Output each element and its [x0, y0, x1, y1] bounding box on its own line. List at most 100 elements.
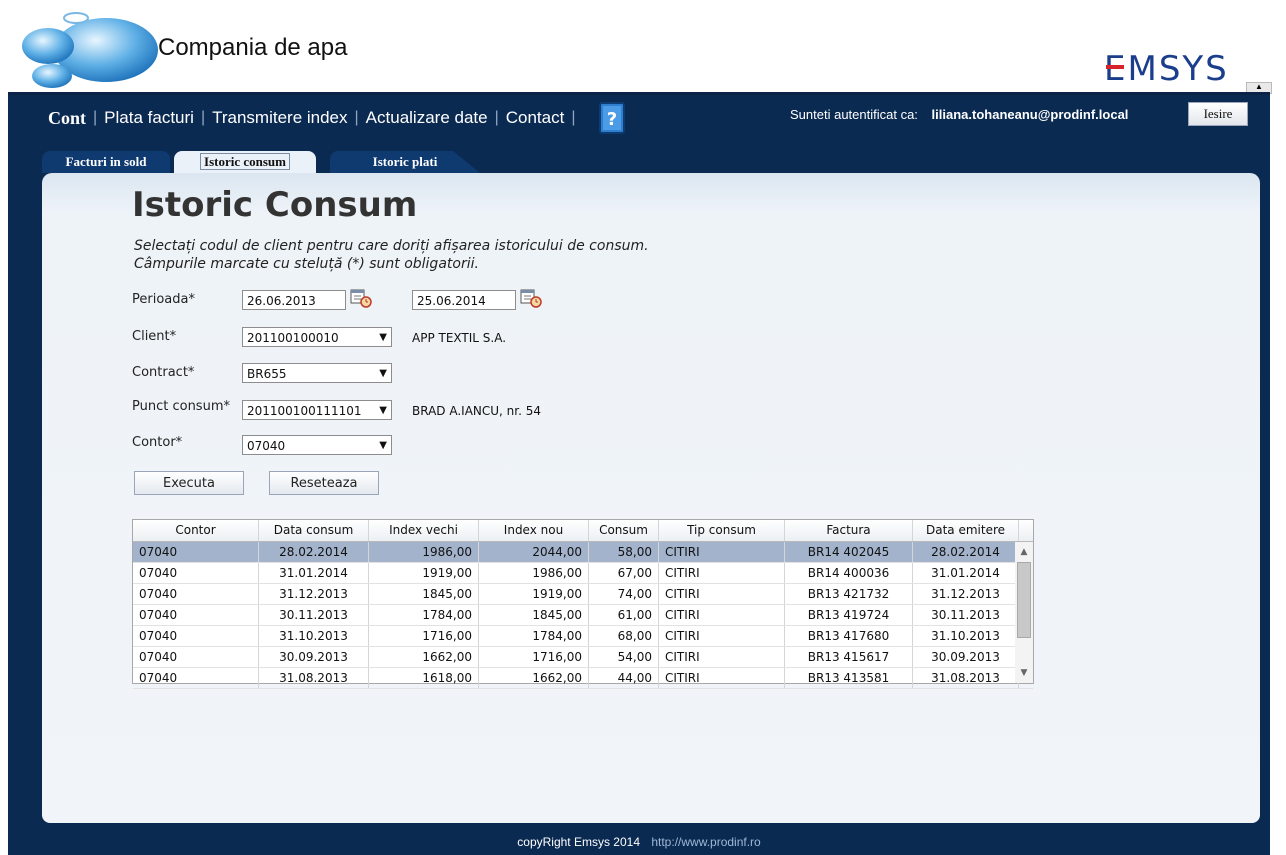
- table-cell: BR14 400036: [785, 563, 913, 583]
- table-cell: 1662,00: [479, 668, 589, 688]
- top-header: Compania de apa EMSYS ▲: [8, 0, 1272, 94]
- client-select-value: 201100100010: [247, 331, 339, 345]
- client-select[interactable]: 201100100010: [242, 327, 392, 347]
- column-header[interactable]: Factura: [785, 520, 913, 541]
- column-header[interactable]: Contor: [133, 520, 259, 541]
- table-cell: 44,00: [589, 668, 659, 688]
- nav-item-cont[interactable]: Cont: [42, 108, 92, 129]
- table-cell: 31.12.2013: [913, 584, 1019, 604]
- contract-label: Contract*: [132, 365, 195, 380]
- table-cell: 31.08.2013: [259, 668, 369, 688]
- punct-consum-select[interactable]: 201100100111101: [242, 400, 392, 420]
- table-cell: 31.10.2013: [259, 626, 369, 646]
- table-cell: CITIRI: [659, 542, 785, 562]
- table-cell: 07040: [133, 542, 259, 562]
- table-cell: BR14 402045: [785, 542, 913, 562]
- column-header[interactable]: Consum: [589, 520, 659, 541]
- column-header[interactable]: Index nou: [479, 520, 589, 541]
- table-cell: 1784,00: [479, 626, 589, 646]
- table-cell: 07040: [133, 605, 259, 625]
- table-cell: CITIRI: [659, 584, 785, 604]
- tab-istoric-consum[interactable]: Istoric consum: [174, 151, 316, 173]
- table-row[interactable]: 07040 30.11.2013 1784,00 1845,00 61,00 CITIRI…: [133, 605, 1033, 626]
- table-cell: 54,00: [589, 647, 659, 667]
- emsys-brand-logo: EMSYS: [1104, 49, 1227, 89]
- scroll-down-icon[interactable]: ▼: [1015, 665, 1033, 681]
- table-cell: 31.08.2013: [913, 668, 1019, 688]
- table-scrollbar[interactable]: ▲ ▼: [1015, 542, 1033, 683]
- nav-item-plata-facturi[interactable]: Plata facturi: [98, 108, 200, 128]
- contract-select[interactable]: BR655: [242, 363, 392, 383]
- table-cell: 31.01.2014: [913, 563, 1019, 583]
- table-row[interactable]: 07040 31.10.2013 1716,00 1784,00 68,00 CITIRI…: [133, 626, 1033, 647]
- footer-link[interactable]: http://www.prodinf.ro: [651, 835, 760, 849]
- table-cell: 07040: [133, 668, 259, 688]
- table-row[interactable]: 07040 31.08.2013 1618,00 1662,00 44,00 CITIRI…: [133, 668, 1033, 689]
- calendar-icon[interactable]: [520, 288, 542, 308]
- help-book-icon[interactable]: ?: [598, 101, 626, 135]
- table-row[interactable]: 07040 31.12.2013 1845,00 1919,00 74,00 CITIRI…: [133, 584, 1033, 605]
- table-cell: BR13 417680: [785, 626, 913, 646]
- calendar-icon[interactable]: [350, 288, 372, 308]
- exit-button[interactable]: Iesire: [1188, 102, 1248, 126]
- table-cell: CITIRI: [659, 626, 785, 646]
- table-row[interactable]: 07040 31.01.2014 1919,00 1986,00 67,00 CITIRI…: [133, 563, 1033, 584]
- tab-istoric-consum-label: Istoric consum: [200, 153, 290, 170]
- app-title: Compania de apa: [158, 34, 348, 61]
- main-nav: Cont | Plata facturi | Transmitere index…: [42, 105, 576, 131]
- column-header[interactable]: Data emitere: [913, 520, 1019, 541]
- table-cell: BR13 421732: [785, 584, 913, 604]
- consumption-table: Contor Data consum Index vechi Index nou…: [132, 519, 1034, 689]
- punct-consum-select-value: 201100100111101: [247, 404, 362, 418]
- table-cell: 2044,00: [479, 542, 589, 562]
- reset-button[interactable]: Reseteaza: [269, 471, 379, 495]
- table-cell: 74,00: [589, 584, 659, 604]
- table-cell: 61,00: [589, 605, 659, 625]
- table-cell: 67,00: [589, 563, 659, 583]
- table-cell: 31.01.2014: [259, 563, 369, 583]
- nav-item-transmitere-index[interactable]: Transmitere index: [206, 108, 353, 128]
- table-cell: 30.09.2013: [259, 647, 369, 667]
- scroll-thumb[interactable]: [1017, 562, 1031, 638]
- table-body: 07040 28.02.2014 1986,00 2044,00 58,00 CITIRI…: [133, 542, 1033, 689]
- execute-button[interactable]: Executa: [134, 471, 244, 495]
- scroll-up-icon[interactable]: ▲: [1015, 544, 1033, 560]
- tab-istoric-plati[interactable]: Istoric plati: [330, 151, 480, 173]
- contor-label: Contor*: [132, 435, 183, 450]
- main-frame: Cont | Plata facturi | Transmitere index…: [8, 92, 1270, 855]
- nav-item-actualizare-date[interactable]: Actualizare date: [360, 108, 494, 128]
- intro-text: Selectați codul de client pentru care do…: [134, 237, 649, 273]
- table-cell: BR13 419724: [785, 605, 913, 625]
- table-cell: 28.02.2014: [259, 542, 369, 562]
- table-row[interactable]: 07040 30.09.2013 1662,00 1716,00 54,00 CITIRI…: [133, 647, 1033, 668]
- date-from-input[interactable]: 26.06.2013: [242, 290, 346, 310]
- water-bubbles-logo-icon: [22, 12, 158, 88]
- client-label: Client*: [132, 329, 177, 344]
- client-name: APP TEXTIL S.A.: [412, 331, 507, 345]
- column-header[interactable]: Index vechi: [369, 520, 479, 541]
- table-cell: CITIRI: [659, 605, 785, 625]
- perioada-label: Perioada*: [132, 292, 195, 307]
- table-cell: 58,00: [589, 542, 659, 562]
- table-cell: 1716,00: [369, 626, 479, 646]
- column-header[interactable]: Tip consum: [659, 520, 785, 541]
- table-cell: 1986,00: [479, 563, 589, 583]
- table-cell: 1919,00: [369, 563, 479, 583]
- nav-item-contact[interactable]: Contact: [500, 108, 571, 128]
- table-cell: 28.02.2014: [913, 542, 1019, 562]
- punct-consum-label: Punct consum*: [132, 399, 230, 414]
- contor-select[interactable]: 07040: [242, 435, 392, 455]
- date-to-input[interactable]: 25.06.2014: [412, 290, 516, 310]
- table-cell: CITIRI: [659, 647, 785, 667]
- table-cell: 30.09.2013: [913, 647, 1019, 667]
- column-header[interactable]: Data consum: [259, 520, 369, 541]
- table-row[interactable]: 07040 28.02.2014 1986,00 2044,00 58,00 CITIRI…: [133, 542, 1033, 563]
- table-cell: 1845,00: [369, 584, 479, 604]
- table-cell: 07040: [133, 647, 259, 667]
- table-cell: 1919,00: [479, 584, 589, 604]
- table-cell: 31.12.2013: [259, 584, 369, 604]
- table-cell: 30.11.2013: [259, 605, 369, 625]
- table-cell: BR13 415617: [785, 647, 913, 667]
- tab-facturi-in-sold[interactable]: Facturi in sold: [42, 151, 170, 173]
- contract-select-value: BR655: [247, 367, 287, 381]
